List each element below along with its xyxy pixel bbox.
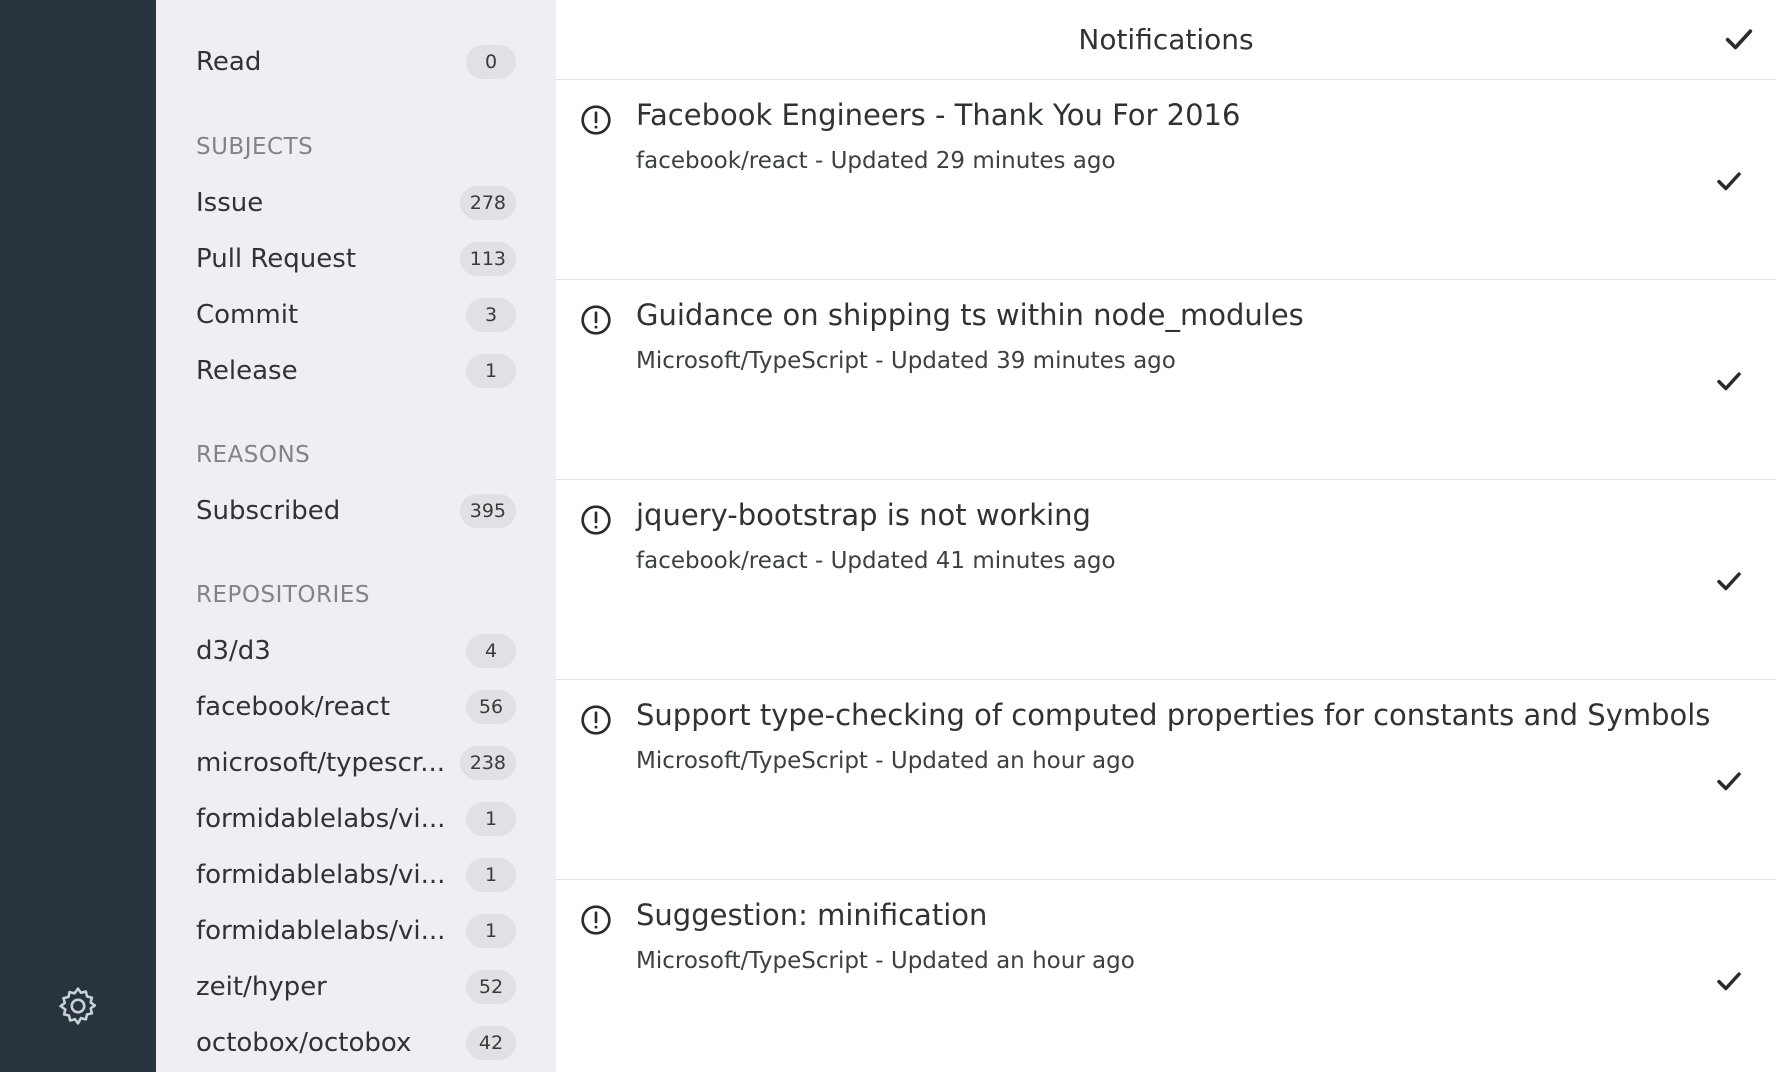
- issue-icon: [581, 705, 611, 735]
- notification-meta: facebook/react - Updated 29 minutes ago: [636, 148, 1116, 174]
- sidebar-item-label: Commit: [196, 300, 299, 330]
- count-badge: 3: [466, 298, 516, 332]
- sidebar-item-pull-request[interactable]: Pull Request 113: [196, 237, 516, 281]
- sidebar-item-repo[interactable]: formidablelabs/vi... 1: [196, 797, 516, 841]
- count-badge: 395: [459, 494, 516, 528]
- issue-icon: [581, 305, 611, 335]
- notifications-panel: Notifications Facebook Engineers - Thank…: [556, 0, 1776, 1072]
- sidebar-item-repo[interactable]: facebook/react 56: [196, 685, 516, 729]
- count-badge: 42: [466, 1026, 516, 1060]
- sidebar-item-repo[interactable]: d3/d3 4: [196, 629, 516, 673]
- sidebar-item-label: facebook/react: [196, 692, 391, 722]
- count-badge: 278: [459, 186, 516, 220]
- sidebar-item-label: Subscribed: [196, 496, 341, 526]
- count-badge: 52: [466, 970, 516, 1004]
- notification-item[interactable]: Suggestion: minification Microsoft/TypeS…: [556, 880, 1776, 1072]
- sidebar-item-label: Release: [196, 356, 298, 386]
- filter-sidebar: Read 0 SUBJECTS Issue 278 Pull Request 1…: [156, 0, 556, 1072]
- sidebar-item-label: Read: [196, 47, 262, 77]
- notification-title: Suggestion: minification: [636, 898, 988, 932]
- count-badge: 56: [466, 690, 516, 724]
- sidebar-item-label: zeit/hyper: [196, 972, 327, 1002]
- mark-read-check-icon[interactable]: [1714, 566, 1744, 596]
- count-badge: 113: [459, 242, 516, 276]
- sidebar-item-subscribed[interactable]: Subscribed 395: [196, 489, 516, 533]
- sidebar-item-label: formidablelabs/vi...: [196, 916, 446, 946]
- sidebar-item-label: formidablelabs/vi...: [196, 804, 446, 834]
- page-title: Notifications: [1078, 23, 1254, 56]
- sidebar-item-repo[interactable]: formidablelabs/vi... 1: [196, 853, 516, 897]
- notification-item[interactable]: Facebook Engineers - Thank You For 2016 …: [556, 80, 1776, 280]
- sidebar-item-read[interactable]: Read 0: [196, 40, 516, 84]
- app-window: Read 0 SUBJECTS Issue 278 Pull Request 1…: [0, 0, 1776, 1072]
- issue-icon: [581, 505, 611, 535]
- panel-header: Notifications: [556, 0, 1776, 80]
- count-badge: 4: [466, 634, 516, 668]
- repositories-heading: REPOSITORIES: [196, 582, 370, 608]
- issue-icon: [581, 105, 611, 135]
- sidebar-item-release[interactable]: Release 1: [196, 349, 516, 393]
- count-badge: 1: [466, 802, 516, 836]
- reasons-heading: REASONS: [196, 442, 311, 468]
- sidebar-item-commit[interactable]: Commit 3: [196, 293, 516, 337]
- sidebar-item-label: microsoft/typescr...: [196, 748, 445, 778]
- notification-item[interactable]: Guidance on shipping ts within node_modu…: [556, 280, 1776, 480]
- count-badge: 1: [466, 354, 516, 388]
- count-badge: 238: [459, 746, 516, 780]
- sidebar-item-repo[interactable]: microsoft/typescr... 238: [196, 741, 516, 785]
- notification-meta: Microsoft/TypeScript - Updated an hour a…: [636, 948, 1135, 974]
- count-badge: 1: [466, 858, 516, 892]
- sidebar-item-label: Pull Request: [196, 244, 357, 274]
- sidebar-item-repo[interactable]: octobox/octobox 42: [196, 1021, 516, 1065]
- gear-icon[interactable]: [56, 984, 100, 1028]
- count-badge: 0: [466, 45, 516, 79]
- notification-title: jquery-bootstrap is not working: [636, 498, 1091, 532]
- notification-item[interactable]: jquery-bootstrap is not working facebook…: [556, 480, 1776, 680]
- notification-title: Guidance on shipping ts within node_modu…: [636, 298, 1304, 332]
- notification-meta: facebook/react - Updated 41 minutes ago: [636, 548, 1116, 574]
- mark-all-read-check-icon[interactable]: [1722, 22, 1756, 56]
- sidebar-item-repo[interactable]: zeit/hyper 52: [196, 965, 516, 1009]
- mark-read-check-icon[interactable]: [1714, 966, 1744, 996]
- sidebar-item-label: octobox/octobox: [196, 1028, 412, 1058]
- mark-read-check-icon[interactable]: [1714, 366, 1744, 396]
- count-badge: 1: [466, 914, 516, 948]
- subjects-heading: SUBJECTS: [196, 134, 314, 160]
- sidebar-item-label: d3/d3: [196, 636, 271, 666]
- mark-read-check-icon[interactable]: [1714, 166, 1744, 196]
- sidebar-item-label: Issue: [196, 188, 264, 218]
- notification-meta: Microsoft/TypeScript - Updated 39 minute…: [636, 348, 1176, 374]
- notification-title: Support type-checking of computed proper…: [636, 698, 1711, 732]
- notification-item[interactable]: Support type-checking of computed proper…: [556, 680, 1776, 880]
- mark-read-check-icon[interactable]: [1714, 766, 1744, 796]
- nav-rail: [0, 0, 156, 1072]
- sidebar-item-label: formidablelabs/vi...: [196, 860, 446, 890]
- notification-meta: Microsoft/TypeScript - Updated an hour a…: [636, 748, 1135, 774]
- notification-title: Facebook Engineers - Thank You For 2016: [636, 98, 1241, 132]
- sidebar-item-repo[interactable]: formidablelabs/vi... 1: [196, 909, 516, 953]
- sidebar-item-issue[interactable]: Issue 278: [196, 181, 516, 225]
- issue-icon: [581, 905, 611, 935]
